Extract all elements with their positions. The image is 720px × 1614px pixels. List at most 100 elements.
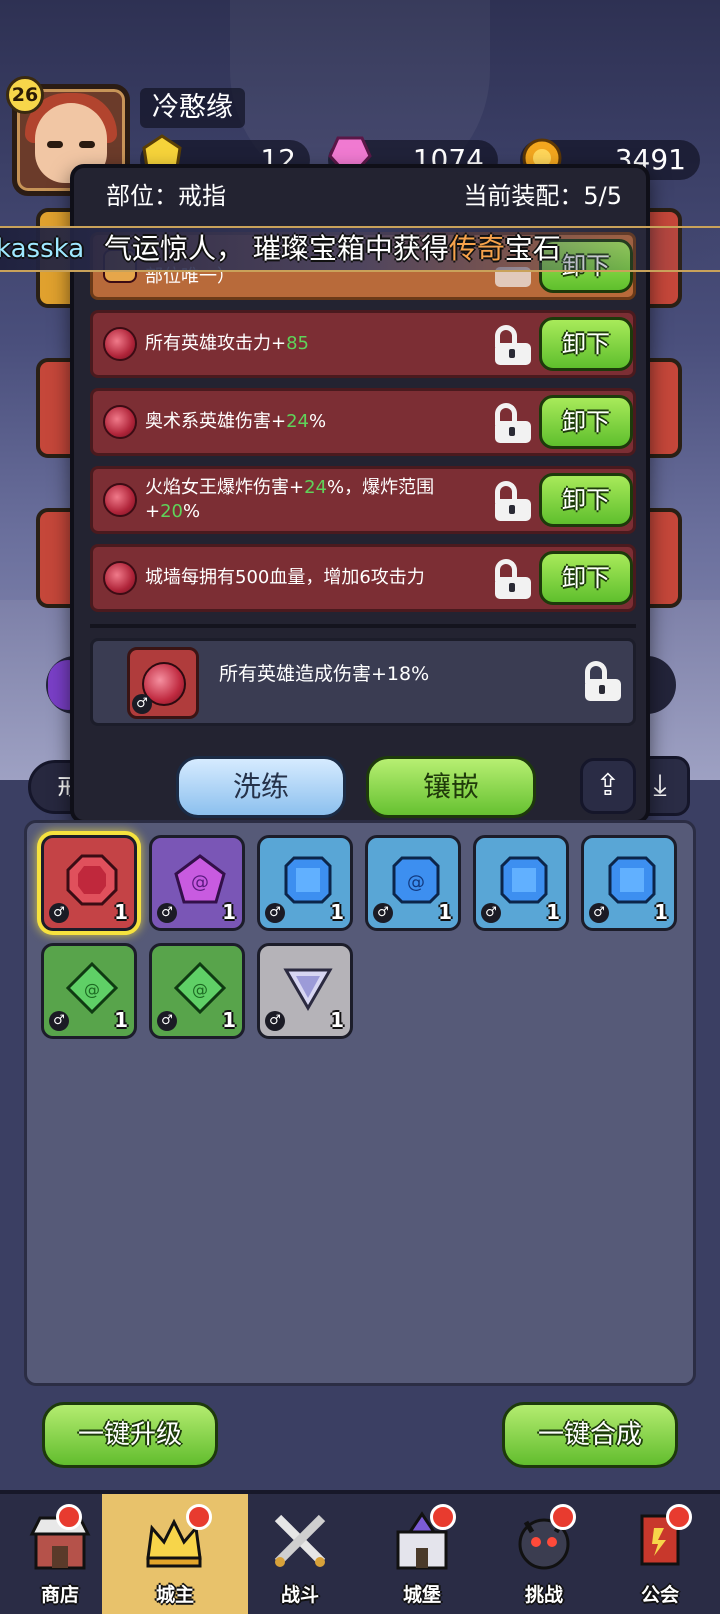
red-gem-icon bbox=[103, 327, 137, 361]
nav-label: 公会 bbox=[640, 1584, 679, 1606]
diamond-gem-icon: @ bbox=[174, 962, 226, 1014]
equip-count: 当前装配：5/5 bbox=[463, 182, 622, 210]
unlock-icon[interactable] bbox=[493, 481, 533, 521]
notification-dot bbox=[550, 1504, 576, 1530]
avatar-eye bbox=[47, 141, 63, 148]
inventory-gem[interactable]: ♂ 1 bbox=[473, 835, 569, 931]
stat-value: 20 bbox=[160, 501, 183, 522]
selected-gem-tile: ♂ bbox=[127, 647, 199, 719]
stat-value: 24 bbox=[286, 411, 309, 432]
nav-castle[interactable]: 城堡 bbox=[362, 1494, 482, 1614]
nav-lord[interactable]: 城主 bbox=[102, 1494, 248, 1614]
nav-label: 城主 bbox=[155, 1584, 194, 1606]
diamond-gem-icon: @ bbox=[66, 962, 118, 1014]
unload-button[interactable]: 卸下 bbox=[539, 395, 633, 449]
selected-gem-preview: ♂ 所有英雄造成伤害+18% bbox=[90, 638, 636, 726]
inventory-gem[interactable]: ♂ 1 bbox=[257, 835, 353, 931]
inventory-gem[interactable]: @ ♂ 1 bbox=[149, 943, 245, 1039]
inventory-gem[interactable]: @ ♂ 1 bbox=[149, 835, 245, 931]
nav-label: 挑战 bbox=[524, 1584, 563, 1606]
stat-value: 24 bbox=[304, 477, 327, 498]
inlay-button[interactable]: 镶嵌 bbox=[366, 756, 536, 818]
ring-icon: ♂ bbox=[481, 903, 501, 923]
stat-value: 85 bbox=[286, 333, 309, 354]
unlock-icon[interactable] bbox=[583, 661, 623, 701]
modal-header: 部位：戒指 当前装配：5/5 bbox=[74, 168, 646, 224]
square-gem-icon bbox=[284, 856, 332, 904]
inventory-gem[interactable]: ♂ 1 bbox=[581, 835, 677, 931]
gem-count: 1 bbox=[654, 900, 668, 924]
pentagon-gem-icon: @ bbox=[174, 854, 226, 904]
part-label: 部位：戒指 bbox=[106, 182, 226, 210]
red-spiral-gem-icon bbox=[103, 483, 137, 517]
unlock-icon[interactable] bbox=[493, 403, 533, 443]
gem-count: 1 bbox=[330, 1008, 344, 1032]
red-gem-icon bbox=[103, 405, 137, 439]
inventory-gem[interactable]: @ ♂ 1 bbox=[41, 943, 137, 1039]
gem-count: 1 bbox=[222, 1008, 236, 1032]
gem-count: 1 bbox=[114, 900, 128, 924]
unload-button[interactable]: 卸下 bbox=[539, 317, 633, 371]
notification-dot bbox=[186, 1504, 212, 1530]
gem-count: 1 bbox=[438, 900, 452, 924]
inventory-gem[interactable]: ♂ 1 bbox=[257, 943, 353, 1039]
modal-divider bbox=[90, 624, 636, 628]
ring-icon: ♂ bbox=[157, 1011, 177, 1031]
gem-stat-text: 所有英雄攻击力+ 85 bbox=[145, 333, 309, 354]
nav-label: 城堡 bbox=[402, 1584, 441, 1606]
nav-label: 战斗 bbox=[280, 1584, 319, 1606]
gem-inventory: ♂ 1 @ ♂ 1 ♂ 1 @ ♂ 1 ♂ 1 ♂ 1 @ ♂ 1 @ ♂ 1 … bbox=[24, 820, 696, 1386]
square-gem-icon bbox=[500, 856, 548, 904]
broadcast-marquee: kasska 气运惊人， 璀璨宝箱中获得传奇宝石 bbox=[0, 226, 720, 272]
square-gem-icon bbox=[608, 856, 656, 904]
notification-dot bbox=[666, 1504, 692, 1530]
inventory-gem[interactable]: @ ♂ 1 bbox=[365, 835, 461, 931]
triangle-gem-icon bbox=[283, 968, 333, 1011]
svg-text:@: @ bbox=[407, 872, 425, 893]
gem-count: 1 bbox=[330, 900, 344, 924]
nav-challenge[interactable]: 挑战 bbox=[484, 1494, 604, 1614]
ring-icon: ♂ bbox=[265, 1011, 285, 1031]
share-button[interactable]: ⇪ bbox=[580, 758, 636, 814]
ring-icon: ♂ bbox=[132, 694, 152, 714]
crossed-swords-icon bbox=[274, 1514, 326, 1567]
equipped-gem-row: 火焰女王爆炸伤害+24%，爆炸范围+20% 卸下 bbox=[90, 466, 636, 534]
gem-stat-text: 火焰女王爆炸伤害+24%，爆炸范围+20% bbox=[145, 477, 435, 522]
gem-count: 1 bbox=[114, 1008, 128, 1032]
ring-icon: ♂ bbox=[589, 903, 609, 923]
upgrade-all-button[interactable]: 一键升级 bbox=[42, 1402, 218, 1468]
ring-icon: ♂ bbox=[49, 1011, 69, 1031]
unload-button[interactable]: 卸下 bbox=[539, 551, 633, 605]
unload-button[interactable]: 卸下 bbox=[539, 473, 633, 527]
gem-stat-text: 奥术系英雄伤害+ 24% bbox=[145, 411, 327, 432]
notification-dot bbox=[430, 1504, 456, 1530]
svg-text:@: @ bbox=[191, 872, 209, 893]
refine-button[interactable]: 洗练 bbox=[176, 756, 346, 818]
svg-text:@: @ bbox=[84, 980, 100, 999]
broadcast-highlight: 传奇 bbox=[448, 232, 505, 265]
ring-icon: ♂ bbox=[265, 903, 285, 923]
unlock-icon[interactable] bbox=[493, 559, 533, 599]
inventory-gem[interactable]: ♂ 1 bbox=[41, 835, 137, 931]
merge-all-button[interactable]: 一键合成 bbox=[502, 1402, 678, 1468]
broadcast-user: kasska bbox=[0, 234, 85, 264]
ring-icon: ♂ bbox=[49, 903, 69, 923]
level-badge: 26 bbox=[6, 76, 44, 114]
avatar-eye bbox=[79, 141, 95, 148]
selected-gem-stat: 所有英雄造成伤害+18% bbox=[219, 663, 430, 685]
bottom-nav: 商店 城主 战斗 城堡 挑战 公会 bbox=[0, 1490, 720, 1614]
download-icon: ⤓ bbox=[653, 768, 667, 803]
nav-guild[interactable]: 公会 bbox=[600, 1494, 720, 1614]
equipped-gem-row: 城墙每拥有500血量，增加6攻击力 卸下 bbox=[90, 544, 636, 612]
nav-battle[interactable]: 战斗 bbox=[240, 1494, 360, 1614]
share-icon: ⇪ bbox=[595, 768, 621, 803]
gem-count: 1 bbox=[546, 900, 560, 924]
player-name: 冷憨缘 bbox=[140, 88, 245, 128]
red-spiral-gem-icon bbox=[103, 561, 137, 595]
notification-dot bbox=[56, 1504, 82, 1530]
equipped-gem-row: 奥术系英雄伤害+ 24% 卸下 bbox=[90, 388, 636, 456]
broadcast-message: 气运惊人， 璀璨宝箱中获得传奇宝石 bbox=[104, 232, 561, 265]
gem-stat-text: 城墙每拥有500血量，增加6攻击力 bbox=[145, 567, 425, 588]
ring-icon: ♂ bbox=[157, 903, 177, 923]
unlock-icon[interactable] bbox=[493, 325, 533, 365]
